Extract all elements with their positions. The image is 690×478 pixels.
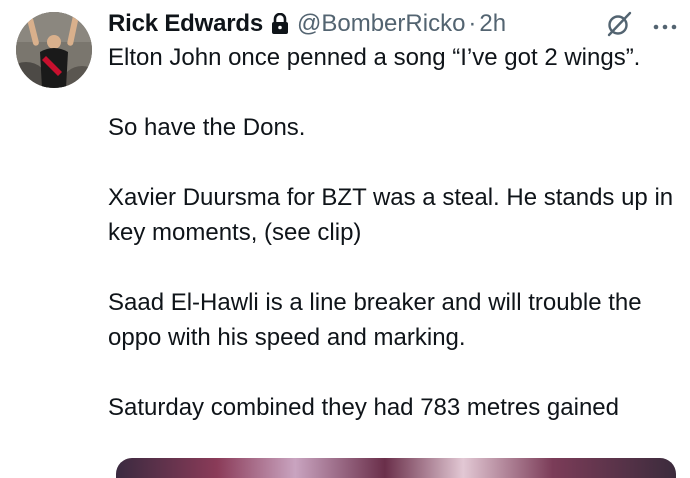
- grok-icon[interactable]: [606, 11, 632, 37]
- display-name[interactable]: Rick Edwards: [108, 10, 263, 38]
- tweet-text: Elton John once penned a song “I’ve got …: [108, 40, 678, 425]
- tweet-paragraph: Xavier Duursma for BZT was a steal. He s…: [108, 184, 674, 246]
- tweet-paragraph: Elton John once penned a song “I’ve got …: [108, 44, 641, 71]
- tweet-header: Rick Edwards @BomberRicko · 2h: [108, 8, 678, 40]
- tweet-paragraph: So have the Dons.: [108, 114, 306, 141]
- media-preview[interactable]: [116, 458, 676, 478]
- timestamp[interactable]: 2h: [479, 10, 506, 38]
- separator-dot: ·: [468, 10, 477, 37]
- tweet-paragraph: Saturday combined they had 783 metres ga…: [108, 394, 619, 421]
- avatar-image: [16, 12, 92, 88]
- avatar[interactable]: [16, 12, 92, 88]
- user-handle[interactable]: @BomberRicko: [297, 10, 465, 38]
- tweet-paragraph: Saad El-Hawli is a line breaker and will…: [108, 289, 642, 351]
- more-icon[interactable]: [652, 19, 678, 30]
- lock-icon: [271, 12, 289, 35]
